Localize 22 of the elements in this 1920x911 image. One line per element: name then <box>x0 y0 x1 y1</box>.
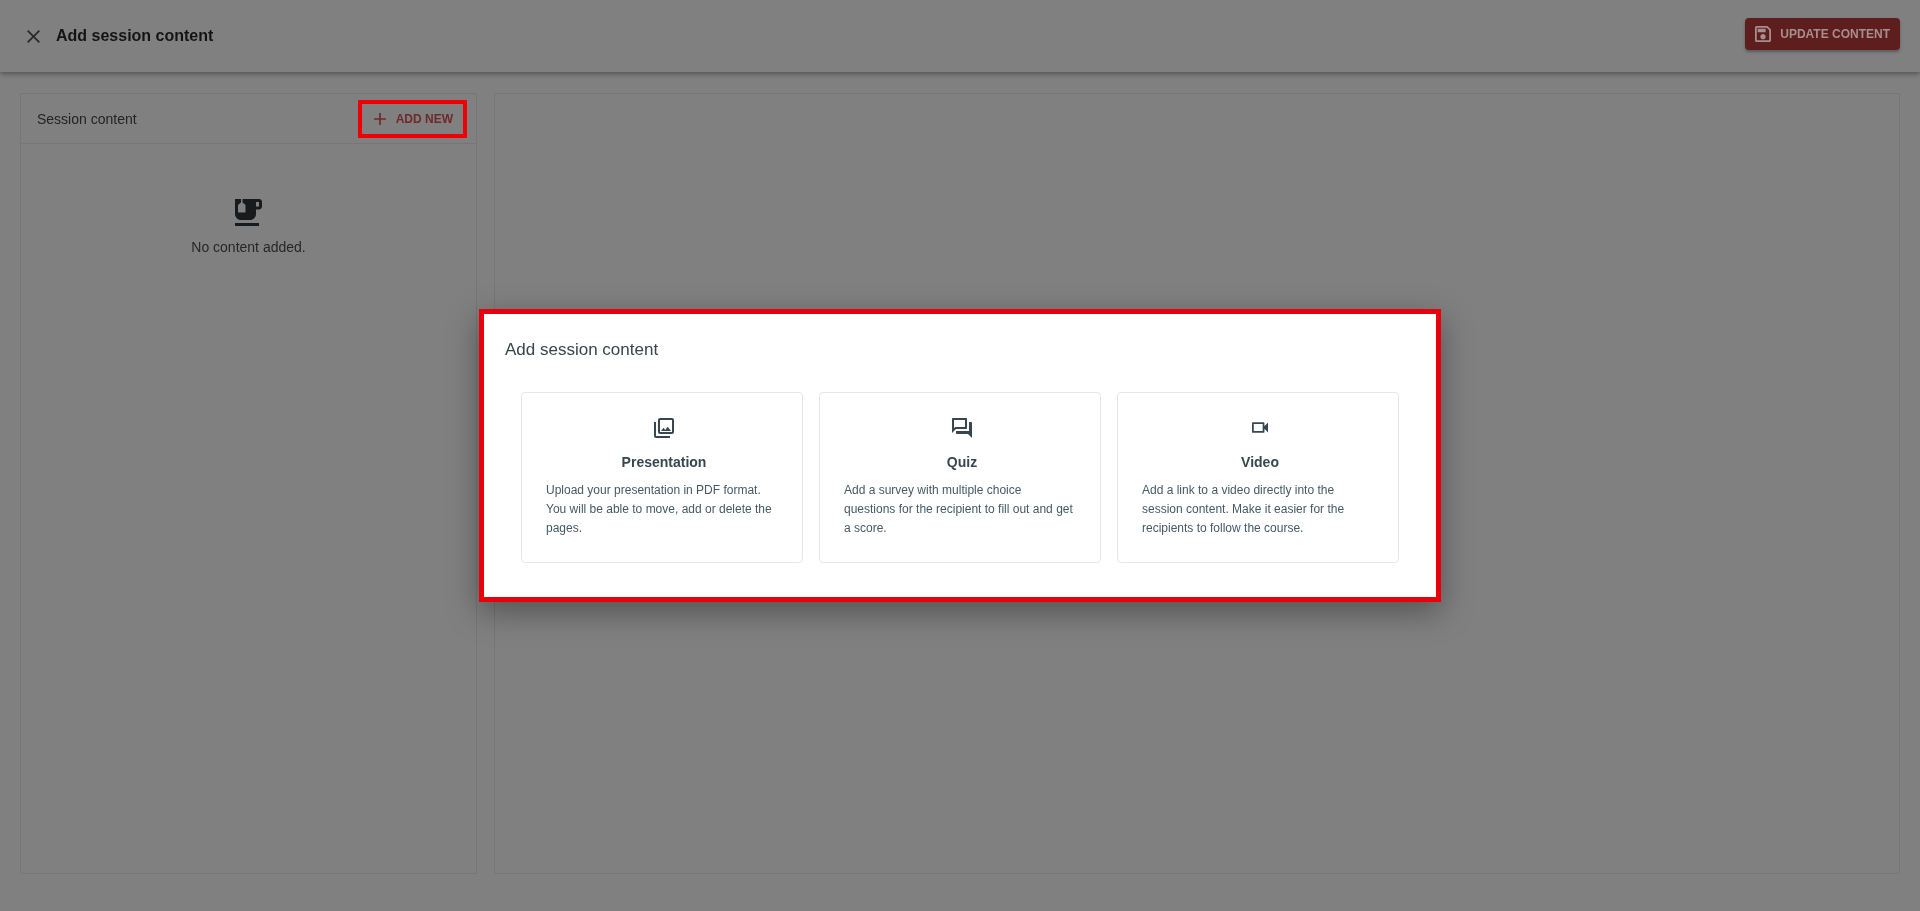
content-type-card[interactable]: Presentation Upload your presentation in PDF format. You will be able to move, add or delete the pages. <box>521 392 803 563</box>
card-title: Video <box>1241 454 1279 471</box>
update-content-button[interactable]: UPDATE CONTENT <box>1745 18 1900 50</box>
tea-cup-icon <box>235 199 262 226</box>
plus-icon <box>373 112 386 125</box>
content-type-card[interactable]: Video Add a link to a video directly into the session content. Make it easier for the recipients to follow the course. <box>1117 392 1399 563</box>
dialog-title: Add session content <box>505 340 659 360</box>
chat-bubbles-icon <box>952 418 972 438</box>
card-description: Upload your presentation in PDF format. You will be able to move, add or delete the pages. <box>546 482 773 537</box>
content-type-card[interactable]: Quiz Add a survey with multiple choice questions for the recipient to fill out and get a score. <box>819 392 1101 563</box>
close-icon <box>27 29 40 43</box>
card-description: Add a survey with multiple choice questions for the recipient to fill out and get a score. <box>844 482 1074 537</box>
card-description: Add a link to a video directly into the session content. Make it easier for the recipients to follow the course. <box>1142 482 1346 537</box>
photo-stack-icon <box>654 418 674 438</box>
page-title: Add session content <box>56 27 214 45</box>
panel-title: Session content <box>37 110 137 127</box>
close-button[interactable] <box>25 27 42 45</box>
card-title: Quiz <box>946 454 978 471</box>
save-icon <box>1755 26 1772 42</box>
card-title: Presentation <box>621 454 707 471</box>
video-camera-icon <box>1252 422 1268 433</box>
empty-message: No content added. <box>191 239 306 255</box>
